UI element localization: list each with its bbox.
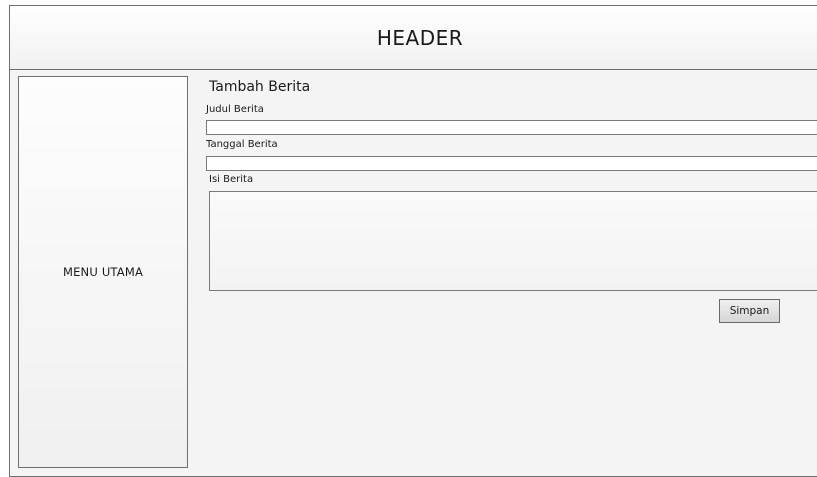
judul-berita-label: Judul Berita <box>206 104 264 115</box>
main-menu-label: MENU UTAMA <box>62 265 144 279</box>
tanggal-berita-label: Tanggal Berita <box>206 139 278 150</box>
simpan-button[interactable]: Simpan <box>719 299 780 323</box>
header: HEADER <box>10 6 817 70</box>
judul-berita-input[interactable] <box>206 120 817 135</box>
isi-berita-textarea[interactable] <box>209 191 817 291</box>
header-title: HEADER <box>376 25 464 50</box>
isi-berita-label: Isi Berita <box>209 174 254 185</box>
page-title: Tambah Berita <box>209 79 311 95</box>
tanggal-berita-input[interactable] <box>206 156 817 171</box>
main-menu[interactable]: MENU UTAMA <box>18 76 188 468</box>
